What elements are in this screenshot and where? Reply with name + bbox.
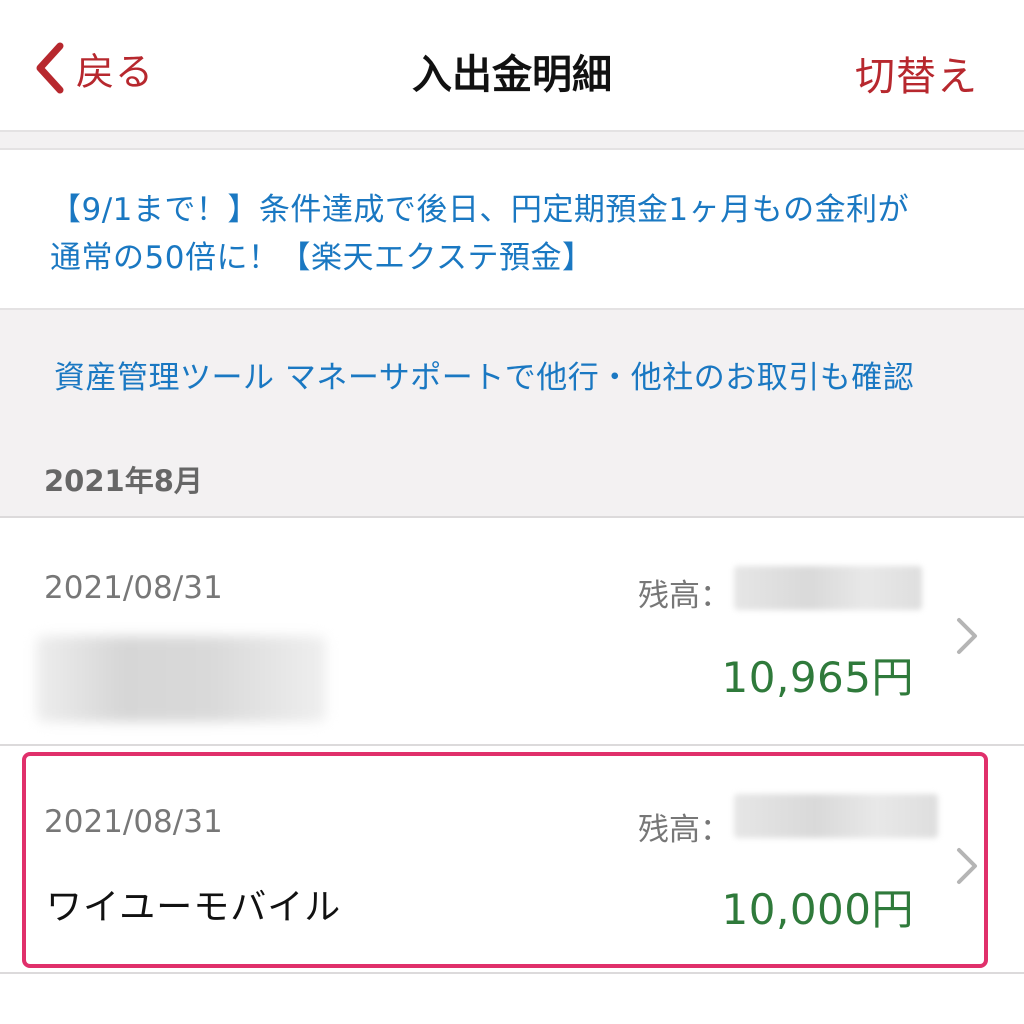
app-header: 戻る 入出金明細 切替え	[0, 0, 1024, 130]
money-support-link[interactable]: 資産管理ツール マネーサポートで他行・他社のお取引も確認	[54, 352, 914, 397]
transaction-name-redacted	[36, 636, 326, 722]
transaction-amount: 10,965円	[721, 653, 914, 702]
promo-banner: 【9/1まで！】条件達成で後日、円定期預金1ヶ月もの金利が 通常の50倍に！【楽…	[0, 150, 1024, 308]
list-bottom-area	[0, 976, 1024, 1024]
balance-value-redacted	[734, 794, 938, 838]
transaction-date: 2021/08/31	[44, 570, 223, 606]
transaction-row[interactable]: 2021/08/31 残高： 10,965円	[0, 516, 1024, 744]
promo-link-line1[interactable]: 【9/1まで！】条件達成で後日、円定期預金1ヶ月もの金利が	[50, 186, 974, 234]
transaction-name: ワイユーモバイル	[46, 887, 342, 928]
transaction-row[interactable]: 2021/08/31 残高： ワイユーモバイル 10,000円	[0, 744, 1024, 974]
balance-label: 残高：	[638, 812, 731, 848]
promo-link-line2[interactable]: 通常の50倍に！【楽天エクステ預金】	[50, 234, 974, 282]
support-section: 資産管理ツール マネーサポートで他行・他社のお取引も確認 2021年8月	[0, 308, 1024, 518]
month-heading: 2021年8月	[44, 464, 203, 498]
header-divider	[0, 130, 1024, 150]
transaction-amount: 10,000円	[721, 885, 914, 934]
balance-label: 残高：	[638, 578, 731, 614]
transaction-date: 2021/08/31	[44, 804, 223, 840]
switch-button[interactable]: 切替え	[855, 44, 978, 102]
chevron-right-icon	[957, 848, 977, 884]
chevron-right-icon	[957, 618, 977, 654]
balance-value-redacted	[734, 566, 922, 610]
